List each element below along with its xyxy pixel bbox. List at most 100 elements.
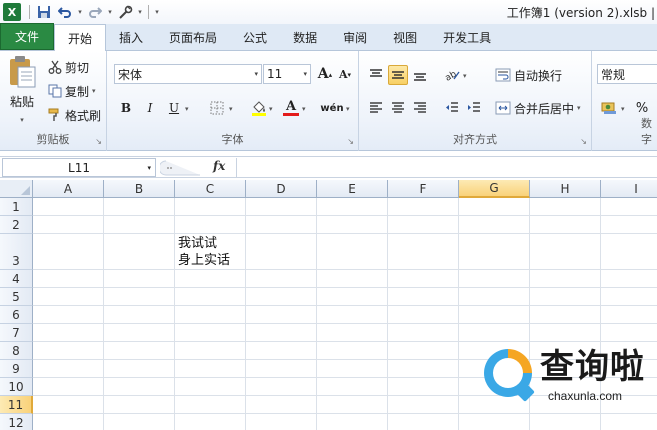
- copy-button[interactable]: 复制 ▾: [48, 81, 96, 101]
- row-header-11[interactable]: 11: [0, 396, 33, 414]
- italic-button[interactable]: I: [140, 98, 160, 118]
- customize-qat-icon[interactable]: ▾: [153, 8, 161, 16]
- shrink-font-button[interactable]: A ▾: [335, 64, 355, 84]
- fill-color-button[interactable]: [249, 98, 269, 118]
- formula-input[interactable]: [236, 158, 657, 177]
- align-top-button[interactable]: [366, 65, 386, 85]
- wrap-text-button[interactable]: 自动换行: [495, 65, 562, 85]
- increase-indent-button[interactable]: [464, 98, 484, 118]
- grow-font-button[interactable]: A ▴: [315, 64, 335, 84]
- row-header-12[interactable]: 12: [0, 414, 33, 430]
- grid-row-line: [33, 215, 657, 216]
- column-header-i[interactable]: I: [601, 180, 657, 198]
- font-launcher-icon[interactable]: ↘: [347, 137, 354, 146]
- borders-dropdown-icon[interactable]: ▾: [229, 105, 233, 113]
- format-painter-button[interactable]: 格式刷: [48, 105, 101, 125]
- row-header-5[interactable]: 5: [0, 288, 33, 306]
- tab-review[interactable]: 审阅: [330, 24, 380, 50]
- align-bottom-button[interactable]: [410, 65, 430, 85]
- tool-dropdown-icon[interactable]: ▾: [136, 8, 144, 16]
- align-right-button[interactable]: [410, 98, 430, 118]
- name-box-dropdown-icon[interactable]: ▾: [147, 164, 151, 172]
- clipboard-launcher-icon[interactable]: ↘: [95, 137, 102, 146]
- tab-insert[interactable]: 插入: [106, 24, 156, 50]
- row-header-2[interactable]: 2: [0, 216, 33, 234]
- column-header-a[interactable]: A: [33, 180, 104, 198]
- font-name-combo[interactable]: 宋体 ▾: [114, 64, 262, 84]
- row-header-7[interactable]: 7: [0, 324, 33, 342]
- accounting-format-button[interactable]: [599, 98, 619, 118]
- merge-center-dropdown-icon[interactable]: ▾: [577, 104, 581, 112]
- tab-view[interactable]: 视图: [380, 24, 430, 50]
- clipboard-group: 粘贴 ▾ 剪切 复制 ▾ 格式刷 剪贴板 ↘: [0, 51, 107, 151]
- cell-c3[interactable]: 我试试 身上实话: [178, 235, 230, 269]
- cut-button[interactable]: 剪切: [48, 57, 89, 77]
- decrease-indent-button[interactable]: [442, 98, 462, 118]
- tab-data[interactable]: 数据: [280, 24, 330, 50]
- alignment-group-label: 对齐方式: [453, 133, 497, 146]
- underline-button[interactable]: U: [164, 98, 184, 118]
- phonetic-dropdown-icon[interactable]: ▾: [346, 105, 350, 113]
- tab-page-layout[interactable]: 页面布局: [156, 24, 230, 50]
- column-header-h[interactable]: H: [530, 180, 601, 198]
- alignment-launcher-icon[interactable]: ↘: [580, 137, 587, 146]
- save-icon[interactable]: [34, 2, 54, 22]
- text-orientation-icon: ab: [444, 68, 460, 82]
- row-header-9[interactable]: 9: [0, 360, 33, 378]
- select-all-button[interactable]: [0, 180, 33, 198]
- font-color-button[interactable]: A: [281, 98, 301, 118]
- undo-dropdown-icon[interactable]: ▾: [76, 8, 84, 16]
- font-size-dropdown-icon[interactable]: ▾: [303, 70, 307, 78]
- align-center-button[interactable]: [388, 98, 408, 118]
- excel-logo-icon[interactable]: X: [3, 3, 21, 21]
- row-header-4[interactable]: 4: [0, 270, 33, 288]
- phonetic-button[interactable]: wén: [320, 98, 344, 118]
- copy-label: 复制: [65, 84, 90, 99]
- tab-developer[interactable]: 开发工具: [430, 24, 504, 50]
- underline-dropdown-icon[interactable]: ▾: [185, 105, 189, 113]
- merge-center-label: 合并后居中: [514, 101, 575, 116]
- row-header-8[interactable]: 8: [0, 342, 33, 360]
- merge-center-button[interactable]: 合并后居中 ▾: [495, 98, 581, 118]
- row-header-10[interactable]: 10: [0, 378, 33, 396]
- paste-button[interactable]: 粘贴 ▾: [4, 55, 40, 124]
- row-header-6[interactable]: 6: [0, 306, 33, 324]
- row-header-1[interactable]: 1: [0, 198, 33, 216]
- copy-dropdown-icon[interactable]: ▾: [92, 87, 96, 95]
- orientation-dropdown-icon[interactable]: ▾: [463, 72, 467, 80]
- grid-row-line: [33, 233, 657, 234]
- borders-button[interactable]: [207, 98, 227, 118]
- column-header-b[interactable]: B: [104, 180, 175, 198]
- formula-bar-divider[interactable]: [160, 159, 200, 177]
- wrap-text-label: 自动换行: [514, 68, 563, 83]
- tab-file[interactable]: 文件: [0, 23, 54, 50]
- insert-function-icon[interactable]: fx: [213, 159, 225, 173]
- column-header-d[interactable]: D: [246, 180, 317, 198]
- grid-row-line: [33, 269, 657, 270]
- tab-home[interactable]: 开始: [54, 24, 107, 51]
- align-middle-button[interactable]: [388, 65, 408, 85]
- align-left-button[interactable]: [366, 98, 386, 118]
- undo-icon[interactable]: [55, 2, 75, 22]
- column-header-e[interactable]: E: [317, 180, 388, 198]
- column-header-f[interactable]: F: [388, 180, 459, 198]
- font-name-dropdown-icon[interactable]: ▾: [254, 70, 258, 78]
- column-header-g[interactable]: G: [459, 180, 530, 198]
- orientation-button[interactable]: ab: [442, 65, 462, 85]
- accounting-dropdown-icon[interactable]: ▾: [621, 105, 625, 113]
- bold-button[interactable]: B: [116, 98, 136, 118]
- redo-icon[interactable]: [85, 2, 105, 22]
- wrap-text-icon: [495, 68, 511, 82]
- paste-dropdown-icon[interactable]: ▾: [20, 116, 24, 124]
- tool-icon[interactable]: [115, 2, 135, 22]
- currency-icon: [601, 101, 617, 115]
- row-header-3[interactable]: 3: [0, 234, 33, 270]
- number-format-combo[interactable]: 常规: [597, 64, 657, 84]
- font-color-dropdown-icon[interactable]: ▾: [302, 105, 306, 113]
- column-header-c[interactable]: C: [175, 180, 246, 198]
- redo-dropdown-icon[interactable]: ▾: [106, 8, 114, 16]
- name-box[interactable]: L11 ▾: [2, 158, 156, 177]
- tab-formulas[interactable]: 公式: [230, 24, 280, 50]
- fill-color-dropdown-icon[interactable]: ▾: [269, 105, 273, 113]
- font-size-combo[interactable]: 11 ▾: [263, 64, 311, 84]
